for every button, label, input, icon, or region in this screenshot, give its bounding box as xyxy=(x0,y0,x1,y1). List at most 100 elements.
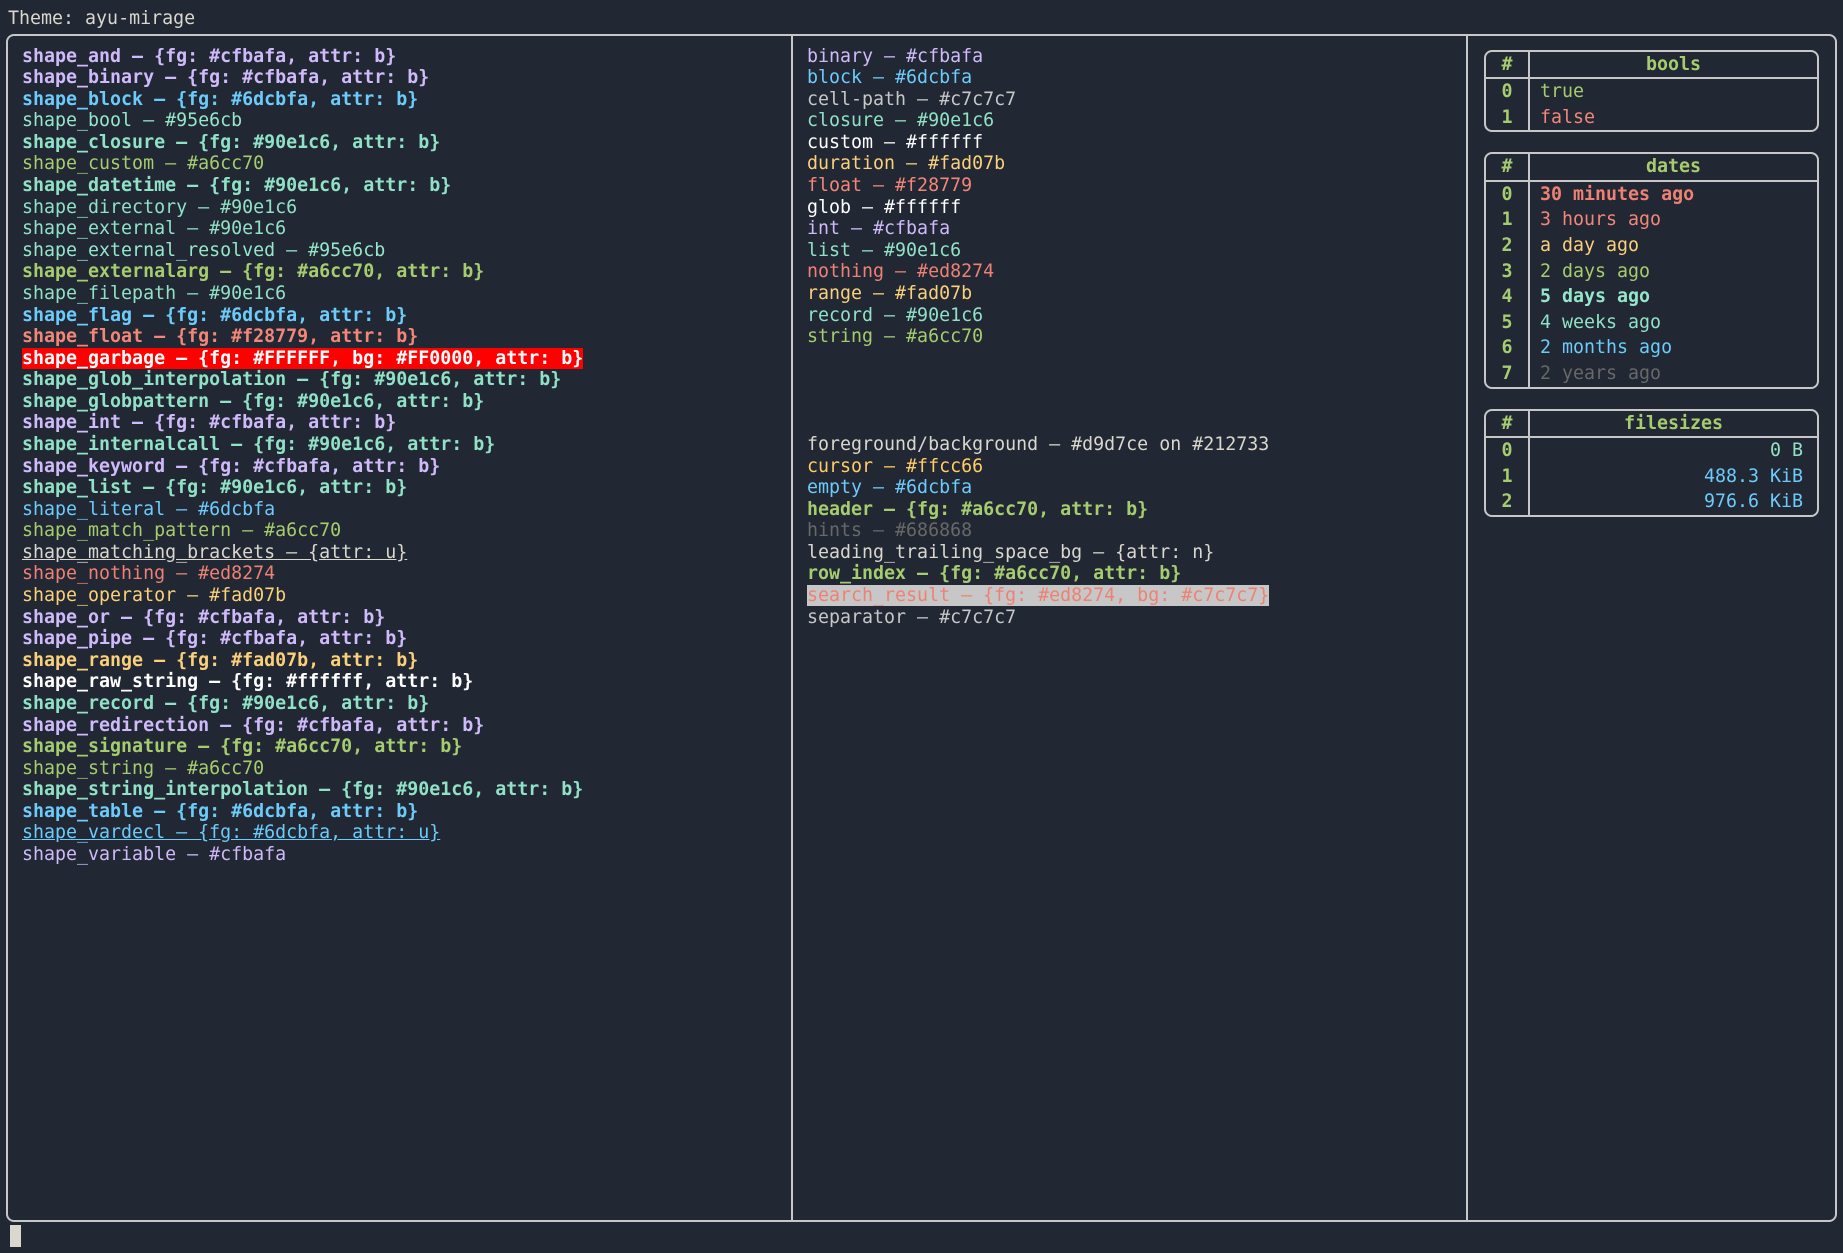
color-entry-text: cell-path — #c7c7c7 xyxy=(807,89,1016,110)
color-entry: shape_vardecl — {fg: #6dcbfa, attr: u} xyxy=(22,822,777,844)
color-entry-text: shape_internalcall — {fg: #90e1c6, attr:… xyxy=(22,434,495,455)
color-entry-text: list — #90e1c6 xyxy=(807,240,961,261)
color-entry: shape_binary — {fg: #cfbafa, attr: b} xyxy=(22,67,777,89)
color-entry-text: shape_glob_interpolation — {fg: #90e1c6,… xyxy=(22,369,561,390)
header-val: filesizes xyxy=(1530,411,1817,437)
color-entry-text: shape_raw_string — {fg: #ffffff, attr: b… xyxy=(22,671,473,692)
color-entry-text: record — #90e1c6 xyxy=(807,305,983,326)
color-entry: shape_variable — #cfbafa xyxy=(22,844,777,866)
row-value: false xyxy=(1530,105,1817,131)
color-entry: shape_externalarg — {fg: #a6cc70, attr: … xyxy=(22,261,777,283)
color-entry-text: block — #6dcbfa xyxy=(807,67,972,88)
theme-label: Theme: xyxy=(8,8,85,29)
color-entry: cursor — #ffcc66 xyxy=(807,456,1452,478)
color-entry: shape_directory — #90e1c6 xyxy=(22,197,777,219)
color-entry-text: shape_redirection — {fg: #cfbafa, attr: … xyxy=(22,715,484,736)
color-entry-text: cursor — #ffcc66 xyxy=(807,456,983,477)
color-entry-text: shape_globpattern — {fg: #90e1c6, attr: … xyxy=(22,391,484,412)
shapes-column: shape_and — {fg: #cfbafa, attr: b}shape_… xyxy=(8,36,793,1220)
color-entry-text: range — #fad07b xyxy=(807,283,972,304)
row-index: 5 xyxy=(1486,310,1530,336)
theme-panel: shape_and — {fg: #cfbafa, attr: b}shape_… xyxy=(6,34,1837,1222)
color-entry: shape_range — {fg: #fad07b, attr: b} xyxy=(22,650,777,672)
row-index: 3 xyxy=(1486,259,1530,285)
color-entry-text: shape_block — {fg: #6dcbfa, attr: b} xyxy=(22,89,418,110)
color-entry: shape_table — {fg: #6dcbfa, attr: b} xyxy=(22,801,777,823)
header-idx: # xyxy=(1486,411,1530,437)
color-entry: shape_garbage — {fg: #FFFFFF, bg: #FF000… xyxy=(22,348,777,370)
color-entry: search_result — {fg: #ed8274, bg: #c7c7c… xyxy=(807,585,1452,607)
color-entry: shape_external — #90e1c6 xyxy=(22,218,777,240)
color-entry-text: shape_operator — #fad07b xyxy=(22,585,286,606)
color-entry: shape_int — {fg: #cfbafa, attr: b} xyxy=(22,412,777,434)
color-entry: shape_datetime — {fg: #90e1c6, attr: b} xyxy=(22,175,777,197)
header-idx: # xyxy=(1486,52,1530,78)
color-entry: shape_block — {fg: #6dcbfa, attr: b} xyxy=(22,89,777,111)
color-entry: separator — #c7c7c7 xyxy=(807,607,1452,629)
color-entry: shape_list — {fg: #90e1c6, attr: b} xyxy=(22,477,777,499)
color-entry-text: shape_signature — {fg: #a6cc70, attr: b} xyxy=(22,736,462,757)
color-entry-text: shape_externalarg — {fg: #a6cc70, attr: … xyxy=(22,261,484,282)
blank-line xyxy=(807,391,1452,413)
table-row: 0true xyxy=(1486,77,1817,105)
header-val: bools xyxy=(1530,52,1817,78)
table-row: 2976.6 KiB xyxy=(1486,489,1817,515)
color-entry-text: int — #cfbafa xyxy=(807,218,950,239)
color-entry-text: shape_table — {fg: #6dcbfa, attr: b} xyxy=(22,801,418,822)
row-value: 488.3 KiB xyxy=(1530,464,1817,490)
color-entry: shape_internalcall — {fg: #90e1c6, attr:… xyxy=(22,434,777,456)
filesizes-table: #filesizes00 B1488.3 KiB2976.6 KiB xyxy=(1484,409,1819,517)
color-entry-text: shape_datetime — {fg: #90e1c6, attr: b} xyxy=(22,175,451,196)
table-row: 13 hours ago xyxy=(1486,207,1817,233)
color-entry: shape_match_pattern — #a6cc70 xyxy=(22,520,777,542)
color-entry-text: shape_match_pattern — #a6cc70 xyxy=(22,520,341,541)
color-entry-text: shape_float — {fg: #f28779, attr: b} xyxy=(22,326,418,347)
row-index: 2 xyxy=(1486,233,1530,259)
table-header: #bools xyxy=(1486,52,1817,78)
color-entry: range — #fad07b xyxy=(807,283,1452,305)
color-entry: shape_flag — {fg: #6dcbfa, attr: b} xyxy=(22,305,777,327)
color-entry: nothing — #ed8274 xyxy=(807,261,1452,283)
header-idx: # xyxy=(1486,154,1530,180)
color-entry-text: shape_record — {fg: #90e1c6, attr: b} xyxy=(22,693,429,714)
color-entry-text: shape_variable — #cfbafa xyxy=(22,844,286,865)
color-entry-text: shape_pipe — {fg: #cfbafa, attr: b} xyxy=(22,628,407,649)
dates-table: #dates030 minutes ago13 hours ago2a day … xyxy=(1484,152,1819,388)
row-value: 2 days ago xyxy=(1530,259,1817,285)
color-entry-text: shape_custom — #a6cc70 xyxy=(22,153,264,174)
row-index: 6 xyxy=(1486,335,1530,361)
row-index: 0 xyxy=(1486,438,1530,464)
bools-table: #bools0true1false xyxy=(1484,50,1819,133)
color-entry: shape_record — {fg: #90e1c6, attr: b} xyxy=(22,693,777,715)
color-entry-text: hints — #686868 xyxy=(807,520,972,541)
color-entry: list — #90e1c6 xyxy=(807,240,1452,262)
color-entry: custom — #ffffff xyxy=(807,132,1452,154)
color-entry-text: empty — #6dcbfa xyxy=(807,477,972,498)
color-entry: shape_redirection — {fg: #cfbafa, attr: … xyxy=(22,715,777,737)
blank-line xyxy=(807,369,1452,391)
row-value: 0 B xyxy=(1530,438,1817,464)
table-row: 2a day ago xyxy=(1486,233,1817,259)
color-entry-text: shape_list — {fg: #90e1c6, attr: b} xyxy=(22,477,407,498)
color-entry: shape_external_resolved — #95e6cb xyxy=(22,240,777,262)
row-value: a day ago xyxy=(1530,233,1817,259)
color-entry-text: foreground/background — #d9d7ce on #2127… xyxy=(807,434,1269,455)
row-index: 0 xyxy=(1486,182,1530,208)
color-entry-text: nothing — #ed8274 xyxy=(807,261,994,282)
table-row: 1488.3 KiB xyxy=(1486,464,1817,490)
color-entry: shape_signature — {fg: #a6cc70, attr: b} xyxy=(22,736,777,758)
color-entry-text: shape_garbage — {fg: #FFFFFF, bg: #FF000… xyxy=(22,348,583,369)
theme-value: ayu-mirage xyxy=(85,8,195,29)
row-value: 30 minutes ago xyxy=(1530,182,1817,208)
color-entry-text: search_result — {fg: #ed8274, bg: #c7c7c… xyxy=(807,585,1269,606)
color-entry: closure — #90e1c6 xyxy=(807,110,1452,132)
color-entry: string — #a6cc70 xyxy=(807,326,1452,348)
color-entry: shape_string — #a6cc70 xyxy=(22,758,777,780)
row-value: 2 months ago xyxy=(1530,335,1817,361)
theme-header: Theme: ayu-mirage xyxy=(6,6,1837,34)
color-entry: foreground/background — #d9d7ce on #2127… xyxy=(807,434,1452,456)
color-entry: shape_nothing — #ed8274 xyxy=(22,563,777,585)
row-index: 2 xyxy=(1486,489,1530,515)
terminal-cursor xyxy=(10,1225,21,1247)
color-entry: shape_raw_string — {fg: #ffffff, attr: b… xyxy=(22,671,777,693)
